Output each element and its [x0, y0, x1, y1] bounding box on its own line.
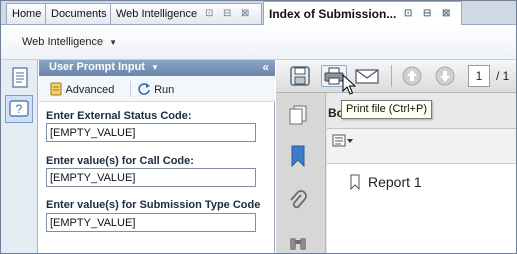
tab-index-of-submission[interactable]: Index of Submission... ⊡ ⊟ ⊠ [263, 1, 462, 26]
mouse-cursor-icon [342, 74, 356, 95]
binoculars-icon [290, 238, 306, 250]
user-prompt-panel: User Prompt Input ▼ « Advanced Run Enter … [39, 60, 275, 254]
chevron-down-icon: ▼ [150, 63, 159, 72]
panel-title: User Prompt Input [49, 61, 145, 73]
advanced-label: Advanced [65, 84, 115, 96]
bookmark-label: Report 1 [368, 174, 422, 190]
print-tooltip: Print file (Ctrl+P) [341, 100, 432, 119]
external-status-code-input[interactable] [46, 123, 256, 142]
close-icon[interactable]: ⊠ [442, 8, 450, 19]
email-button[interactable] [354, 65, 380, 87]
previous-page-button[interactable] [400, 65, 426, 87]
tab-documents[interactable]: Documents [45, 3, 111, 24]
tab-strip: Home Documents Web Intelligence ⊡ ⊟ ⊠ In… [0, 0, 517, 26]
toolbar-divider [391, 65, 392, 87]
panel-toolbar: Advanced Run [39, 76, 275, 102]
chevron-down-icon: ▼ [109, 38, 118, 47]
document-summary-button[interactable] [5, 64, 33, 92]
advanced-icon [50, 82, 62, 96]
bookmarks-panel-button[interactable] [286, 143, 310, 168]
page-total: / 1 [496, 69, 510, 83]
pages-panel-button[interactable] [286, 103, 310, 127]
call-code-label: Enter value(s) for Call Code: [46, 155, 194, 167]
arrow-down-icon [435, 66, 455, 86]
external-status-code-label: Enter External Status Code: [46, 110, 192, 122]
tab-label: Index of Submission... [269, 7, 397, 21]
save-icon [290, 66, 310, 86]
pin-icon[interactable]: ⊡ [404, 8, 412, 19]
bookmarks-toolbar [327, 130, 517, 154]
search-panel-button[interactable] [286, 230, 310, 254]
submission-type-code-label: Enter value(s) for Submission Type Code [46, 199, 261, 211]
save-button[interactable] [288, 65, 314, 87]
restore-icon[interactable]: ⊟ [223, 8, 231, 19]
close-icon[interactable]: ⊠ [241, 8, 249, 19]
toolbar-divider [130, 81, 131, 97]
advanced-button[interactable]: Advanced [49, 82, 114, 96]
bookmark-options-button[interactable] [332, 134, 354, 151]
svg-text:?: ? [16, 102, 23, 116]
tab-label: Web Intelligence [116, 8, 198, 20]
app-menu-label: Web Intelligence [22, 36, 104, 48]
arrow-up-icon [402, 66, 422, 86]
tab-home[interactable]: Home [6, 3, 46, 24]
tab-web-intelligence[interactable]: Web Intelligence ⊡ ⊟ ⊠ [110, 3, 262, 24]
navigation-pane-strip [276, 93, 326, 254]
attachments-panel-button[interactable] [286, 189, 310, 213]
collapse-panel-icon[interactable]: « [262, 60, 269, 74]
refresh-icon [138, 83, 150, 95]
paperclip-icon [290, 190, 307, 209]
left-rail: ? [0, 60, 38, 254]
viewer-toolbar: 1 / 1 [276, 60, 517, 93]
question-prompt-icon: ? [9, 100, 29, 117]
restore-icon[interactable]: ⊟ [423, 8, 431, 19]
document-icon [12, 67, 28, 88]
bookmarks-list: Report 1 [327, 163, 517, 254]
pages-icon [289, 105, 307, 125]
options-list-icon [332, 134, 353, 147]
bookmark-icon [350, 174, 360, 190]
app-menubar: Web Intelligence ▼ [0, 25, 517, 60]
bookmark-icon [291, 145, 305, 168]
page-number-input[interactable]: 1 [468, 65, 490, 87]
call-code-input[interactable] [46, 168, 256, 187]
pin-icon[interactable]: ⊡ [205, 8, 213, 19]
envelope-icon [355, 69, 379, 84]
tab-label: Documents [51, 8, 107, 20]
next-page-button[interactable] [433, 65, 459, 87]
prompt-panel-button[interactable]: ? [5, 95, 33, 123]
web-intelligence-menu[interactable]: Web Intelligence ▼ [22, 36, 117, 48]
run-label: Run [154, 84, 175, 96]
pdf-viewer: 1 / 1 Bo Report 1 [276, 60, 517, 254]
run-button[interactable]: Run [137, 82, 174, 96]
tab-label: Home [12, 8, 42, 20]
submission-type-code-input[interactable] [46, 213, 256, 232]
panel-header[interactable]: User Prompt Input ▼ « [39, 60, 275, 76]
